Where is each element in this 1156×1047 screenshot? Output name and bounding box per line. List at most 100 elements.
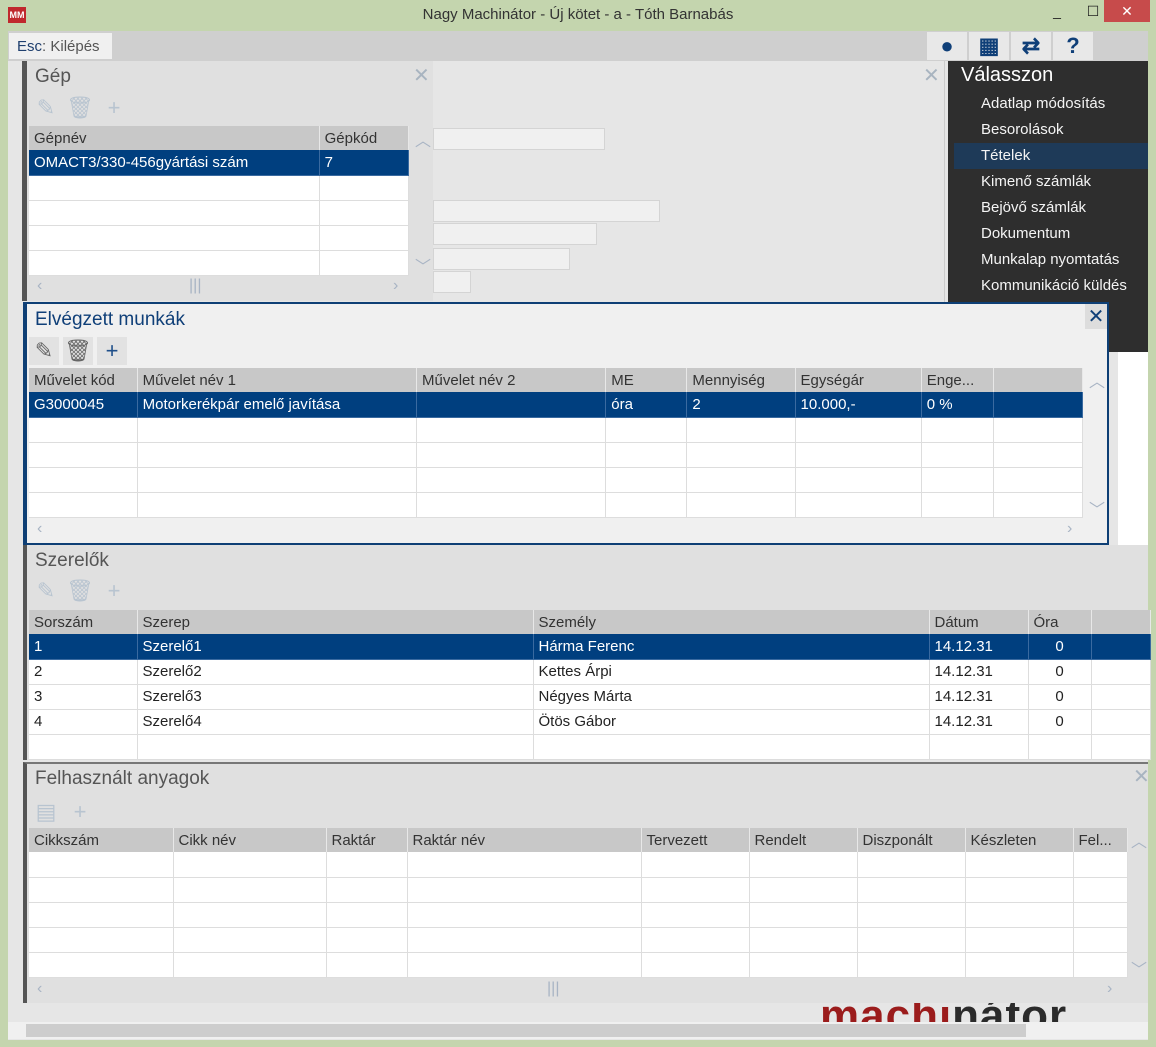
table-cell [686,442,796,468]
table-row[interactable] [29,467,1084,493]
horizontal-scrollbar[interactable] [8,1022,1148,1039]
menu-item[interactable]: Bejövő számlák [954,195,1148,221]
column-header[interactable]: Raktár [326,828,408,852]
scrollbar-thumb[interactable] [26,1024,1026,1037]
column-header[interactable]: Szerep [137,610,534,634]
column-header[interactable]: Gépkód [319,126,410,150]
scroll-down-icon[interactable]: ﹀ [1131,956,1147,980]
table-row[interactable]: 1 Szerelő1 Hárma Ferenc 14.12.31 0 [29,634,1151,660]
column-header[interactable]: Fel... [1073,828,1128,852]
table-row[interactable]: OMACT3/330-456gyártási szám 7 [29,150,410,176]
table-row[interactable] [29,442,1084,468]
close-icon[interactable]: ✕ [923,63,940,88]
table-row[interactable] [29,877,1128,903]
edit-icon[interactable]: ✎ [31,577,61,605]
table-row[interactable] [29,250,410,276]
column-header[interactable] [1091,610,1151,634]
scroll-left-icon[interactable]: ‹ [37,520,42,538]
column-header[interactable]: Rendelt [749,828,858,852]
menu-item[interactable]: Kommunikáció küldés [954,273,1148,299]
table-cell [407,852,642,878]
table-cell [416,492,607,518]
scroll-up-icon[interactable]: ︿ [1131,828,1147,852]
menu-item[interactable]: Dokumentum [954,221,1148,247]
table-row[interactable] [29,492,1084,518]
column-header[interactable]: Készleten [965,828,1074,852]
table-cell [407,927,642,953]
column-header[interactable]: Gépnév [29,126,320,150]
table-row[interactable] [29,902,1128,928]
table-row[interactable] [29,927,1128,953]
scroll-right-icon[interactable]: › [393,277,398,295]
column-header[interactable]: Sorszám [29,610,138,634]
column-header[interactable]: Diszponált [857,828,966,852]
grid-icon[interactable]: ▦ [969,32,1009,60]
table-row[interactable] [29,417,1084,443]
table-row[interactable] [29,952,1128,978]
plus-icon[interactable]: + [65,798,95,826]
column-header[interactable] [993,368,1084,392]
column-header[interactable]: Egységár [795,368,922,392]
trash-icon[interactable]: 🗑 [65,577,95,605]
trash-icon[interactable]: 🗑 [65,94,95,122]
table-cell [137,492,418,518]
scroll-right-icon[interactable]: › [1107,980,1112,998]
exit-button[interactable]: Esc: Kilépés [9,33,112,59]
close-window-button[interactable]: ✕ [1104,0,1150,22]
trash-icon[interactable]: 🗑 [63,337,93,365]
table-row[interactable]: G3000045 Motorkerékpár emelő javítása óra 2… [29,392,1084,418]
edit-icon[interactable]: ✎ [29,337,59,365]
plus-icon[interactable]: + [99,94,129,122]
column-header[interactable]: Művelet kód [29,368,138,392]
scroll-right-icon[interactable]: › [1067,520,1072,538]
plus-icon[interactable]: + [99,577,129,605]
scroll-down-icon[interactable]: ﹀ [1089,496,1105,520]
column-header[interactable]: Cikkszám [29,828,174,852]
column-header[interactable]: Művelet név 2 [416,368,607,392]
edit-icon[interactable]: ✎ [31,94,61,122]
column-header[interactable]: Cikk név [173,828,327,852]
column-header[interactable]: Enge... [921,368,994,392]
close-icon[interactable]: ✕ [413,63,430,88]
minimize-button[interactable]: _ [1042,0,1072,22]
table-cell [641,877,750,903]
menu-item[interactable]: Tételek [954,143,1148,169]
table-row[interactable] [29,852,1128,878]
scroll-left-icon[interactable]: ‹ [37,980,42,998]
menu-item[interactable]: Adatlap módosítás [954,91,1148,117]
table-row[interactable] [29,225,410,251]
column-header[interactable]: ME [605,368,688,392]
column-header[interactable]: Személy [533,610,930,634]
table-row[interactable]: 2 Szerelő2 Kettes Árpi 14.12.31 0 [29,659,1151,685]
scroll-left-icon[interactable]: ‹ [37,277,42,295]
table-row[interactable] [29,734,1151,760]
window-title: Nagy Machinátor - Új kötet - a - Tóth Ba… [422,6,734,23]
scroll-down-icon[interactable]: ﹀ [415,253,431,277]
menu-item[interactable]: Besorolások [954,117,1148,143]
scroll-thumb-icon[interactable]: ||| [547,980,559,998]
column-header[interactable]: Raktár név [407,828,642,852]
help-icon[interactable]: ? [1053,32,1093,60]
column-header[interactable]: Mennyiség [686,368,796,392]
table-row[interactable] [29,175,410,201]
column-header[interactable]: Dátum [929,610,1029,634]
scroll-up-icon[interactable]: ︿ [415,127,431,151]
document-icon[interactable]: ▤ [31,798,61,826]
swap-icon[interactable]: ⇄ [1011,32,1051,60]
table-cell: 0 % [921,392,994,418]
column-header[interactable]: Tervezett [641,828,750,852]
scroll-thumb-icon[interactable]: ||| [189,277,201,295]
column-header[interactable]: Óra [1028,610,1092,634]
user-icon[interactable]: ● [927,32,967,60]
plus-icon[interactable]: + [97,337,127,365]
table-row[interactable]: 4 Szerelő4 Ötös Gábor 14.12.31 0 [29,709,1151,735]
column-header[interactable]: Művelet név 1 [137,368,418,392]
table-cell [929,734,1029,760]
menu-item[interactable]: Munkalap nyomtatás [954,247,1148,273]
table-row[interactable]: 3 Szerelő3 Négyes Márta 14.12.31 0 [29,684,1151,710]
menu-item[interactable]: Kimenő számlák [954,169,1148,195]
table-row[interactable] [29,200,410,226]
scroll-up-icon[interactable]: ︿ [1089,368,1105,392]
close-icon[interactable]: ✕ [1085,304,1107,329]
close-icon[interactable]: ✕ [1133,764,1150,789]
